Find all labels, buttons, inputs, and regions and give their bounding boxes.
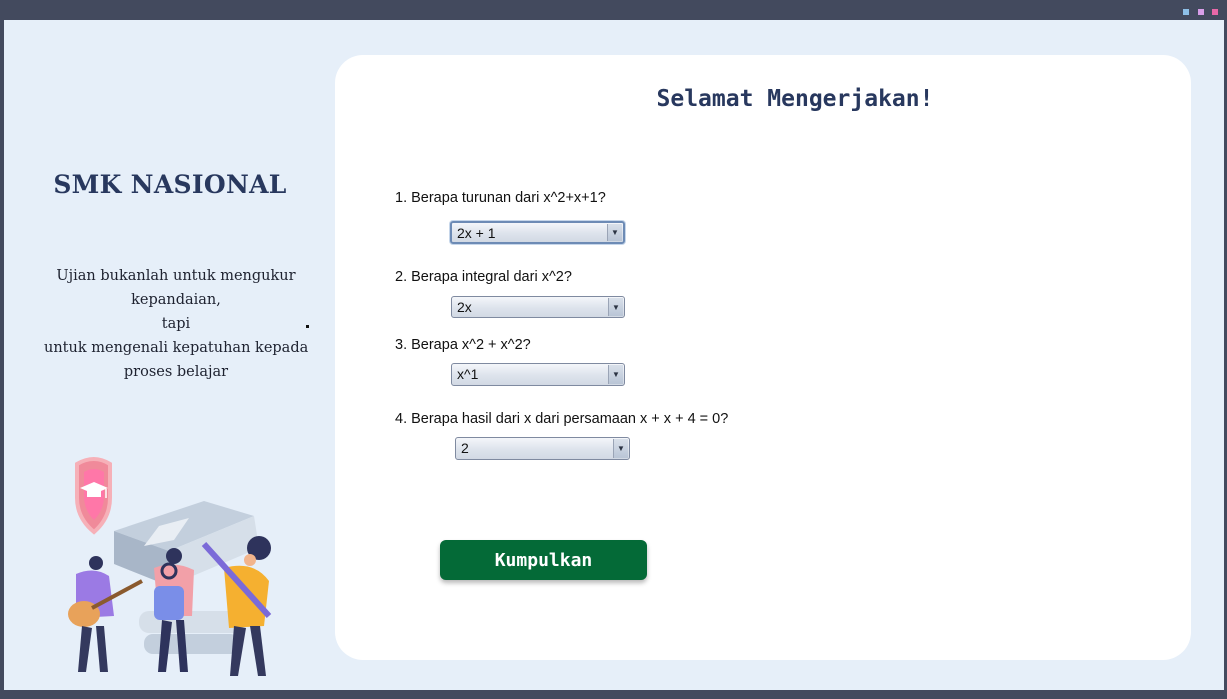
chevron-down-icon[interactable]: ▼ [613, 439, 628, 458]
quote-line: proses belajar [123, 364, 229, 380]
school-name: SMK NASIONAL [53, 170, 287, 199]
window-titlebar [0, 0, 1227, 20]
quote-line: Ujian bukanlah untuk mengukur [56, 268, 296, 284]
question-1: 1. Berapa turunan dari x^2+x+1? [395, 190, 606, 206]
question-2: 2. Berapa integral dari x^2? [395, 269, 572, 285]
question-4: 4. Berapa hasil dari x dari persamaan x … [395, 411, 729, 427]
window-minimize-button[interactable] [1183, 9, 1189, 15]
chevron-down-icon[interactable]: ▼ [607, 224, 622, 241]
submit-button[interactable]: Kumpulkan [440, 540, 647, 580]
page-title: Selamat Mengerjakan! [656, 86, 934, 112]
quote-line: kepandaian, [131, 292, 221, 308]
motivational-quote: Ujian bukanlah untuk mengukur kepandaian… [44, 264, 308, 384]
answer-3-value: x^1 [457, 366, 479, 382]
exam-window: SMK NASIONAL Ujian bukanlah untuk menguk… [4, 20, 1224, 690]
exam-panel: Selamat Mengerjakan! 1. Berapa turunan d… [335, 55, 1191, 660]
question-3: 3. Berapa x^2 + x^2? [395, 337, 531, 353]
answer-1-value: 2x + 1 [457, 225, 496, 241]
window-close-button[interactable] [1212, 9, 1218, 15]
answer-2-dropdown[interactable]: 2x ▼ [451, 296, 625, 318]
answer-4-value: 2 [461, 440, 469, 456]
graduation-cap-icon [75, 457, 112, 535]
students-illustration [68, 457, 272, 676]
answer-2-value: 2x [457, 299, 472, 315]
answer-4-dropdown[interactable]: 2 ▼ [455, 437, 630, 460]
stray-dot [306, 325, 309, 328]
quote-line: tapi [161, 316, 191, 332]
answer-3-dropdown[interactable]: x^1 ▼ [451, 363, 625, 386]
quote-line: untuk mengenali kepatuhan kepada [44, 340, 309, 356]
window-maximize-button[interactable] [1198, 9, 1204, 15]
chevron-down-icon[interactable]: ▼ [608, 298, 623, 316]
answer-1-dropdown[interactable]: 2x + 1 ▼ [450, 221, 625, 244]
chevron-down-icon[interactable]: ▼ [608, 365, 623, 384]
